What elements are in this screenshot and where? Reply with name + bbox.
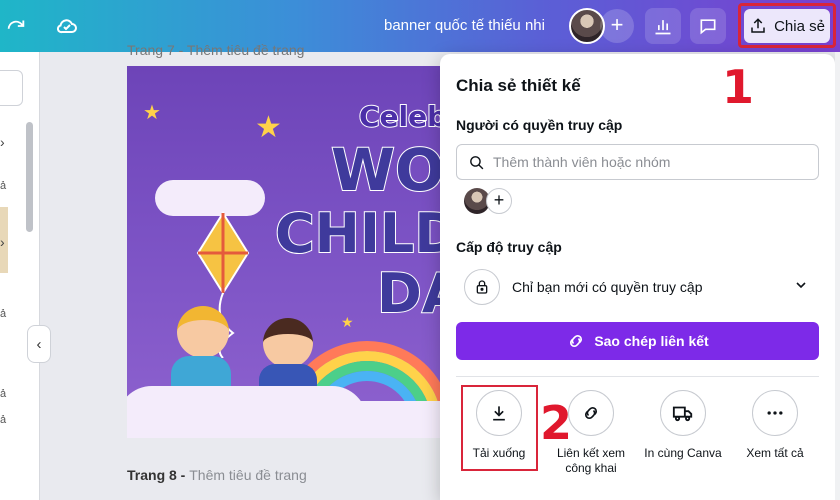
- link-icon: [570, 334, 583, 348]
- chevron-left-icon: ‹: [36, 335, 42, 353]
- scrollbar[interactable]: [835, 52, 840, 500]
- side-char: ả: [0, 180, 7, 192]
- page-title[interactable]: Trang 7 - Thêm tiêu đề trang: [127, 42, 304, 58]
- side-char: ả: [0, 414, 7, 426]
- child-illustration: [263, 318, 313, 368]
- search-icon: [468, 154, 485, 176]
- divider: [456, 376, 819, 377]
- side-char: ả: [0, 388, 7, 400]
- add-collaborator-icon[interactable]: +: [600, 9, 634, 43]
- see-all-label: Xem tất cả: [746, 446, 804, 460]
- add-member-search[interactable]: [456, 144, 819, 180]
- design-heading-line3: CHILD: [274, 201, 457, 266]
- page-number: Trang 8 -: [127, 467, 190, 483]
- page-title[interactable]: Trang 8 - Thêm tiêu đề trang: [127, 467, 307, 483]
- pages-panel-strip: › ả › ả ả ả: [0, 52, 40, 500]
- child-illustration: [177, 306, 229, 358]
- print-with-canva-label: In cùng Canva: [644, 446, 722, 460]
- share-button-label: Chia sẻ: [774, 17, 825, 35]
- truck-icon: [660, 390, 706, 436]
- star-decoration: ★: [143, 102, 161, 124]
- scrollbar[interactable]: [26, 122, 33, 232]
- cloud-check-icon[interactable]: [53, 12, 81, 40]
- star-decoration: ★: [341, 314, 354, 330]
- lock-icon: [464, 269, 500, 305]
- see-all-option[interactable]: Xem tất cả: [727, 390, 823, 461]
- link-icon: [568, 390, 614, 436]
- top-bar: banner quốc tế thiếu nhi + Chia sẻ: [0, 0, 840, 52]
- copy-link-button[interactable]: Sao chép liên kết: [456, 322, 819, 360]
- people-access-label: Người có quyền truy cập: [456, 117, 623, 133]
- share-upload-icon: [751, 18, 765, 33]
- access-level-label: Cấp độ truy cập: [456, 239, 562, 255]
- print-with-canva-option[interactable]: In cùng Canva: [635, 390, 731, 461]
- share-button[interactable]: Chia sẻ: [744, 9, 830, 43]
- comment-icon[interactable]: [690, 8, 726, 44]
- design-heading-line1: Celeb: [358, 99, 448, 134]
- page-title-placeholder: Thêm tiêu đề trang: [189, 467, 307, 483]
- share-panel: Chia sẻ thiết kế Người có quyền truy cập…: [440, 54, 835, 500]
- document-title[interactable]: banner quốc tế thiếu nhi: [384, 17, 545, 34]
- more-dots-icon: [752, 390, 798, 436]
- add-member-plus-icon[interactable]: +: [486, 188, 512, 214]
- collapse-panel-button[interactable]: ‹: [27, 325, 51, 363]
- copy-link-label: Sao chép liên kết: [594, 333, 709, 349]
- step-annotation-2: 2: [540, 396, 573, 450]
- access-level-value: Chỉ bạn mới có quyền truy cập: [512, 279, 703, 295]
- download-highlight-box: [461, 385, 538, 471]
- access-level-select[interactable]: Chỉ bạn mới có quyền truy cập: [456, 265, 819, 309]
- add-member-input[interactable]: [493, 145, 803, 179]
- insights-chart-icon[interactable]: [645, 8, 681, 44]
- share-button-highlight: Chia sẻ: [738, 3, 836, 48]
- chevron-right-icon[interactable]: ›: [0, 234, 5, 250]
- page-title-text: Trang 7 - Thêm tiêu đề trang: [127, 42, 305, 58]
- share-panel-title: Chia sẻ thiết kế: [456, 76, 581, 95]
- star-decoration: ★: [255, 111, 282, 144]
- public-view-link-label: Liên kết xem công khai: [556, 446, 626, 475]
- redo-icon[interactable]: [2, 12, 30, 40]
- cloud-decoration: [297, 401, 457, 438]
- page-thumbnail[interactable]: [0, 70, 23, 106]
- design-heading-line2: WO: [330, 135, 445, 205]
- chevron-down-icon: [793, 277, 809, 298]
- step-annotation-1: 1: [722, 60, 755, 114]
- side-char: ả: [0, 308, 7, 320]
- design-canvas[interactable]: ★ ★ ★ ★ Celeb WO CHILD DA: [127, 66, 457, 438]
- chevron-right-icon[interactable]: ›: [0, 134, 5, 150]
